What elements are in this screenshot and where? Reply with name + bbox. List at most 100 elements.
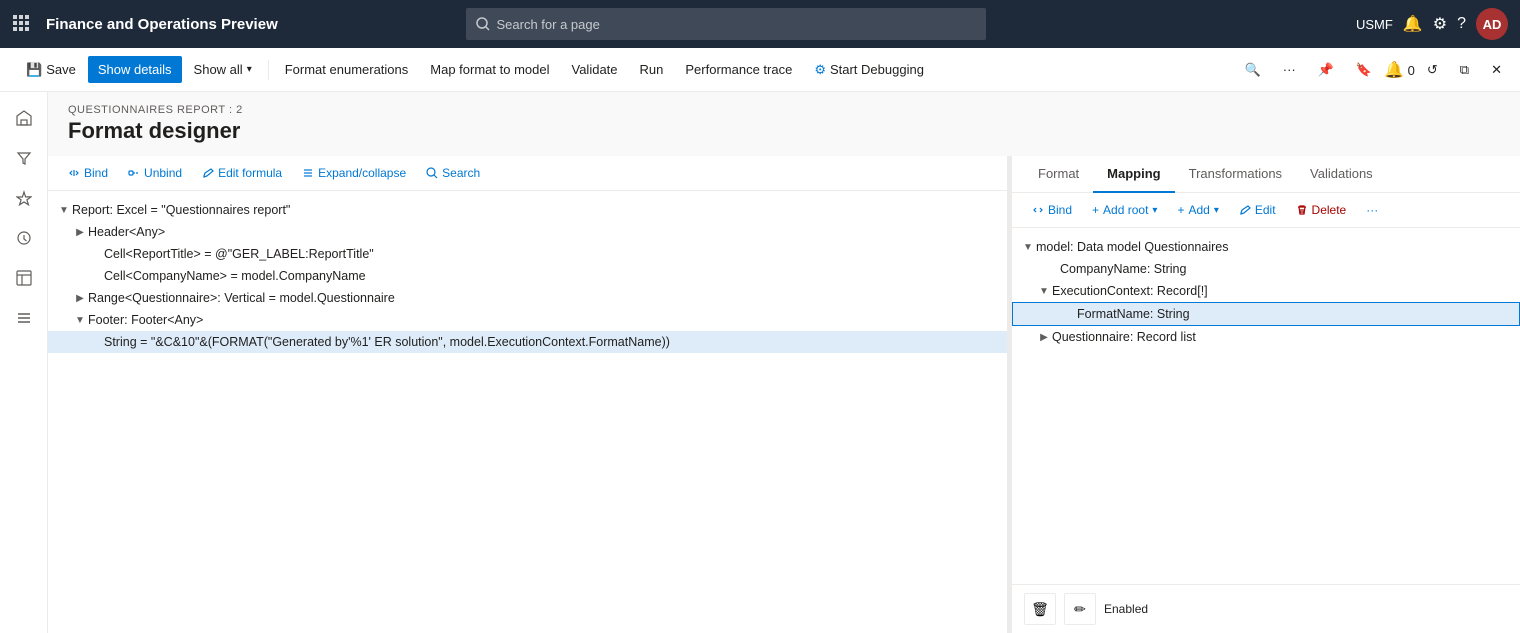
grid-icon[interactable] [12,14,30,35]
settings-icon[interactable]: ⚙ [1433,14,1447,34]
mapping-toolbar: Bind + Add root ▾ + Add ▾ Edit [1012,193,1520,228]
search-button[interactable]: Search [418,162,488,184]
badge-count: 0 [1408,63,1415,78]
tree-item-label: Report: Excel = "Questionnaires report" [72,203,290,217]
tab-transformations[interactable]: Transformations [1175,156,1296,193]
pin-button[interactable]: 📌 [1308,56,1344,84]
open-new-icon: ⧉ [1460,62,1469,78]
save-icon: 💾 [26,62,42,78]
notification-icon[interactable]: 🔔 [1403,14,1423,34]
format-enumerations-button[interactable]: Format enumerations [275,56,419,83]
chevron-down-icon: ▾ [1152,205,1157,216]
map-item-label: CompanyName: String [1060,262,1186,276]
unbind-button[interactable]: Unbind [120,162,190,184]
split-pane: Bind Unbind Edit formula Expand/collapse [48,156,1520,633]
mapping-tabs: Format Mapping Transformations Validatio… [1012,156,1520,193]
mapping-tree: ▼ model: Data model Questionnaires Compa… [1012,228,1520,584]
delete-mapping-button[interactable]: 🗑 [1024,593,1056,625]
tree-item-label: String = "&C&10"&(FORMAT("Generated by'%… [104,335,670,349]
performance-trace-button[interactable]: Performance trace [675,56,802,83]
mapping-pane: Format Mapping Transformations Validatio… [1012,156,1520,633]
page-title: Format designer [68,118,1500,144]
sidebar-list-icon[interactable] [6,300,42,336]
breadcrumb: QUESTIONNAIRES REPORT : 2 [68,104,1500,116]
tree-item-label: Footer: Footer<Any> [88,313,203,327]
map-item-questionnaire[interactable]: ▶ Questionnaire: Record list [1012,326,1520,348]
content-area: QUESTIONNAIRES REPORT : 2 Format designe… [48,92,1520,633]
refresh-icon: ↺ [1427,62,1438,78]
tree-item-cell-report-title[interactable]: Cell<ReportTitle> = @"GER_LABEL:ReportTi… [48,243,1007,265]
delete-button[interactable]: Delete [1288,199,1355,221]
sidebar-home-icon[interactable] [6,100,42,136]
tab-mapping[interactable]: Mapping [1093,156,1174,193]
main-layout: QUESTIONNAIRES REPORT : 2 Format designe… [0,92,1520,633]
expand-icon: ▶ [72,227,88,238]
map-format-to-model-button[interactable]: Map format to model [420,56,559,83]
map-item-exec-context[interactable]: ▼ ExecutionContext: Record[!] [1012,280,1520,302]
format-toolbar: Bind Unbind Edit formula Expand/collapse [48,156,1007,191]
avatar[interactable]: AD [1476,8,1508,40]
bind-button[interactable]: Bind [60,162,116,184]
expand-icon: ▶ [72,293,88,304]
tab-format[interactable]: Format [1024,156,1093,193]
open-new-button[interactable]: ⧉ [1450,56,1479,84]
sidebar-tables-icon[interactable] [6,260,42,296]
trash-icon: 🗑 [1031,601,1049,618]
edit-button[interactable]: Edit [1231,199,1284,221]
expand-collapse-button[interactable]: Expand/collapse [294,162,414,184]
map-item-company-name[interactable]: CompanyName: String [1012,258,1520,280]
close-button[interactable]: ✕ [1481,56,1512,84]
show-details-button[interactable]: Show details [88,56,182,83]
map-item-label: model: Data model Questionnaires [1036,240,1228,254]
start-debugging-button[interactable]: ⚙ Start Debugging [804,56,934,84]
search-cmd-button[interactable]: 🔍 [1235,56,1271,84]
plus-icon: + [1092,203,1099,217]
bookmark-button[interactable]: 🔖 [1346,56,1382,84]
notification-badge[interactable]: 🔔 0 [1384,60,1415,80]
help-icon[interactable]: ? [1457,15,1466,33]
expand-icon: ▶ [1036,332,1052,343]
plus-icon: + [1177,203,1184,217]
breadcrumb-area: QUESTIONNAIRES REPORT : 2 Format designe… [48,92,1520,148]
more-options-mapping-button[interactable]: ··· [1358,199,1386,221]
more-options-button[interactable]: ··· [1273,56,1306,83]
usmf-label: USMF [1356,17,1393,32]
add-root-button[interactable]: + Add root ▾ [1084,199,1165,221]
edit-mapping-button[interactable]: ✏ [1064,593,1096,625]
mapping-bind-button[interactable]: Bind [1024,199,1080,221]
map-item-label: Questionnaire: Record list [1052,330,1196,344]
show-all-button[interactable]: Show all ▾ [184,56,262,83]
tree-item-label: Header<Any> [88,225,165,239]
tab-validations[interactable]: Validations [1296,156,1387,193]
sidebar-recent-icon[interactable] [6,220,42,256]
top-right-icons: USMF 🔔 ⚙ ? AD [1356,8,1508,40]
global-search[interactable]: Search for a page [466,8,986,40]
top-navigation: Finance and Operations Preview Search fo… [0,0,1520,48]
refresh-button[interactable]: ↺ [1417,56,1448,84]
tree-item-header[interactable]: ▶ Header<Any> [48,221,1007,243]
edit-formula-button[interactable]: Edit formula [194,162,290,184]
validate-button[interactable]: Validate [562,56,628,83]
add-button[interactable]: + Add ▾ [1169,199,1226,221]
ellipsis-icon: ··· [1283,62,1296,77]
sidebar-favorites-icon[interactable] [6,180,42,216]
tree-item-cell-company[interactable]: Cell<CompanyName> = model.CompanyName [48,265,1007,287]
format-tree: ▼ Report: Excel = "Questionnaires report… [48,191,1007,633]
pencil-icon: ✏ [1074,601,1086,618]
mapping-bottom: 🗑 ✏ Enabled [1012,584,1520,633]
pin-icon: 📌 [1318,62,1334,78]
search-icon: 🔍 [1245,62,1261,78]
tree-item-string-footer[interactable]: String = "&C&10"&(FORMAT("Generated by'%… [48,331,1007,353]
run-button[interactable]: Run [630,56,674,83]
map-item-format-name[interactable]: FormatName: String [1012,302,1520,326]
save-button[interactable]: 💾 Save [16,56,86,84]
map-item-label: ExecutionContext: Record[!] [1052,284,1208,298]
map-item-model[interactable]: ▼ model: Data model Questionnaires [1012,236,1520,258]
tree-item-report[interactable]: ▼ Report: Excel = "Questionnaires report… [48,199,1007,221]
tree-item-footer[interactable]: ▼ Footer: Footer<Any> [48,309,1007,331]
right-commands: 🔍 ··· 📌 🔖 🔔 0 ↺ ⧉ ✕ [1235,56,1512,84]
expand-icon: ▼ [1020,242,1036,253]
sidebar-filter-icon[interactable] [6,140,42,176]
bell-icon: 🔔 [1384,62,1404,79]
tree-item-range-questionnaire[interactable]: ▶ Range<Questionnaire>: Vertical = model… [48,287,1007,309]
